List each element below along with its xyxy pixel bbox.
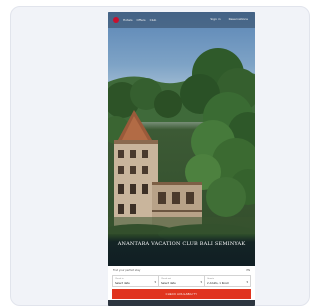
check-out-label: Check out (161, 277, 172, 280)
hotel-title: ANANTARA VACATION CLUB BALI SEMINYAK (117, 241, 246, 247)
brand-logo-icon[interactable] (113, 17, 119, 23)
nav-item-offers[interactable]: Offers (137, 18, 146, 22)
language-selector[interactable]: EN (247, 269, 250, 272)
chevron-down-icon: ▾ (154, 280, 156, 284)
check-in-field[interactable]: Check in Select date ▾ (113, 276, 159, 286)
check-availability-button[interactable]: CHECK AVAILABILITY (112, 289, 251, 299)
guests-label: Guests (207, 277, 214, 280)
title-overlay (108, 234, 255, 266)
check-in-label: Check in (115, 277, 124, 280)
top-navigation: Hotels Offers Club Sign in Reservations (108, 12, 255, 28)
booking-header: Find your perfect stay (113, 269, 141, 272)
check-out-field[interactable]: Check out Select date ▾ (159, 276, 205, 286)
preview-card: Hotels Offers Club Sign in Reservations … (10, 6, 310, 306)
bottom-strip (108, 300, 255, 306)
guests-field[interactable]: Guests 2 Adults, 1 Room ▾ (205, 276, 250, 286)
check-in-value: Select date (115, 281, 130, 285)
nav-item-club[interactable]: Club (150, 18, 157, 22)
reservations-link[interactable]: Reservations (229, 17, 248, 21)
nav-item-hotels[interactable]: Hotels (123, 18, 133, 22)
check-out-value: Select date (161, 281, 176, 285)
guests-value: 2 Adults, 1 Room (207, 281, 230, 285)
booking-fields: Check in Select date ▾ Check out Select … (112, 275, 251, 287)
chevron-down-icon: ▾ (246, 280, 248, 284)
sign-in-link[interactable]: Sign in (210, 17, 220, 21)
chevron-down-icon: ▾ (200, 280, 202, 284)
mobile-screenshot: Hotels Offers Club Sign in Reservations … (108, 12, 255, 306)
